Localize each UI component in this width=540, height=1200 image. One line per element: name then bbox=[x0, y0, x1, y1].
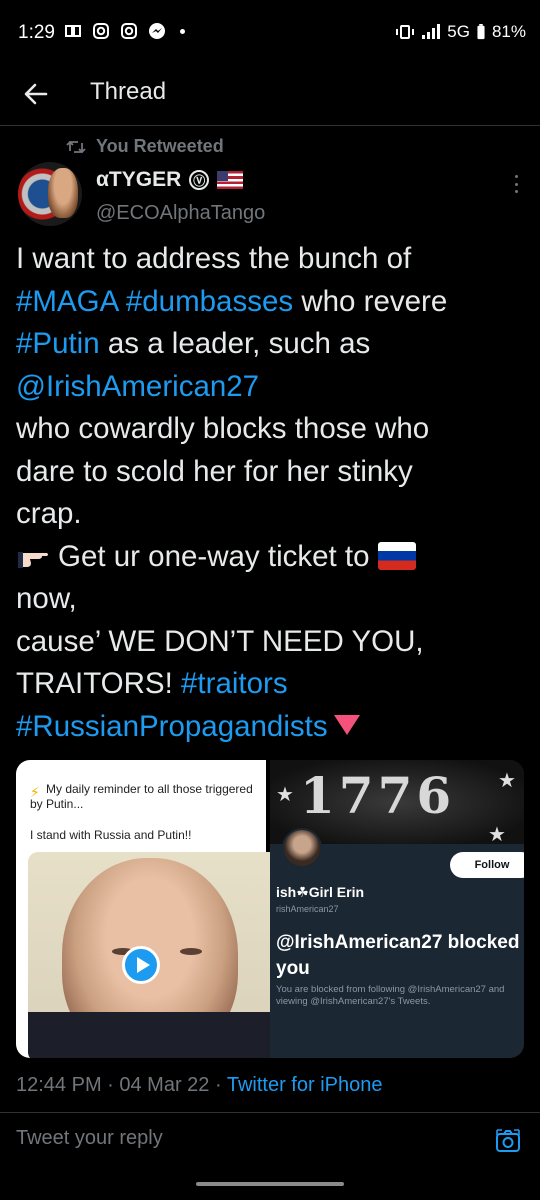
retweet-label: You Retweeted bbox=[96, 136, 224, 156]
hashtag-link[interactable]: #RussianPropagandists bbox=[16, 710, 328, 743]
hashtag-link[interactable]: #traitors bbox=[181, 667, 288, 700]
tweet-source-link[interactable]: Twitter for iPhone bbox=[227, 1074, 383, 1096]
tweet-line: cause’ WE DON’T NEED YOU, bbox=[16, 624, 424, 658]
system-status: 5G 81% bbox=[395, 22, 526, 42]
page-title: Thread bbox=[90, 78, 167, 105]
tweet-line: now, bbox=[16, 582, 77, 615]
star-icon: ★ bbox=[498, 770, 516, 792]
tweet-line: #RussianPropagandists bbox=[16, 706, 526, 749]
tweet-line: dare to scold her for her stinky bbox=[16, 454, 413, 488]
banner-text: 1776 bbox=[300, 766, 456, 825]
tweet-line: who cowardly blocks those who bbox=[16, 412, 430, 445]
retweet-icon bbox=[66, 140, 86, 153]
status-time: 1:29 bbox=[18, 22, 55, 43]
author-handle[interactable]: @ECOAlphaTango bbox=[96, 202, 265, 225]
tweet-line: #Putin as a leader, such as bbox=[16, 323, 526, 366]
instagram-icon bbox=[120, 22, 138, 40]
red-triangle-down-icon bbox=[333, 714, 360, 735]
network-label: 5G bbox=[447, 22, 470, 41]
camera-icon[interactable] bbox=[494, 1127, 522, 1155]
battery-label: 81% bbox=[491, 22, 526, 41]
tweet-timestamp: 12:44 PM · 04 Mar 22 · bbox=[16, 1074, 227, 1096]
star-icon: ★ bbox=[276, 784, 294, 806]
tweet-media: ⚡ My daily reminder to all those trigger… bbox=[16, 760, 524, 1058]
play-icon[interactable] bbox=[122, 946, 160, 984]
messenger-icon bbox=[148, 22, 166, 40]
follow-button: Follow bbox=[450, 852, 524, 878]
blocked-subtitle: You are blocked from following @IrishAme… bbox=[276, 984, 505, 1007]
hashtag-link[interactable]: #Putin bbox=[16, 327, 100, 360]
quoted-text: My daily reminder to all those triggered… bbox=[30, 782, 253, 811]
profile-handle: rishAmerican27 bbox=[276, 904, 339, 914]
tweet-line: I want to address the bunch of bbox=[16, 242, 412, 275]
tweet-line: Get ur one-way ticket to bbox=[16, 536, 526, 579]
home-indicator[interactable] bbox=[196, 1182, 344, 1186]
hashtag-link[interactable]: #MAGA bbox=[16, 285, 118, 318]
book-icon bbox=[64, 22, 82, 40]
instagram-icon bbox=[92, 22, 110, 40]
blocked-title: @IrishAmerican27 blocked you bbox=[276, 932, 520, 979]
us-flag-icon bbox=[217, 171, 244, 189]
pointing-hand-icon bbox=[18, 551, 48, 568]
signal-icon bbox=[422, 24, 441, 39]
author-name-row[interactable]: αTYGER Ⓥ bbox=[96, 168, 244, 192]
notification-icons bbox=[64, 22, 185, 40]
profile-avatar bbox=[282, 828, 322, 868]
thread-header: Thread bbox=[0, 66, 540, 126]
reply-input[interactable]: Tweet your reply bbox=[16, 1127, 163, 1150]
author-avatar[interactable] bbox=[18, 162, 82, 226]
profile-name: ish☘Girl Erin bbox=[276, 884, 365, 900]
more-notifications-dot bbox=[180, 28, 185, 34]
tweet-text-span: TRAITORS! bbox=[16, 667, 182, 700]
tweet-text-span: who revere bbox=[293, 284, 448, 318]
mention-link[interactable]: @IrishAmerican27 bbox=[16, 366, 526, 409]
status-bar: 1:29 5G 81% bbox=[0, 0, 540, 66]
verified-icon: Ⓥ bbox=[189, 170, 210, 190]
vibrate-icon bbox=[396, 25, 415, 39]
media-video[interactable]: ⚡ My daily reminder to all those trigger… bbox=[16, 760, 282, 1058]
battery-icon bbox=[477, 24, 485, 40]
media-image[interactable]: 1776 ★ ★ ★ Follow ish☘Girl Erin rishAmer… bbox=[270, 760, 524, 1058]
author-name[interactable]: αTYGER bbox=[96, 168, 181, 192]
more-options-icon[interactable] bbox=[510, 172, 522, 196]
tweet-text-span: as a leader, such as bbox=[99, 327, 371, 360]
back-arrow-icon[interactable] bbox=[20, 78, 52, 110]
tweet-text: I want to address the bunch of #MAGA #du… bbox=[16, 238, 526, 748]
reply-bar: Tweet your reply bbox=[0, 1112, 540, 1168]
tweet-meta: 12:44 PM · 04 Mar 22 · Twitter for iPhon… bbox=[16, 1074, 382, 1097]
tweet-line: crap. bbox=[16, 497, 82, 530]
quoted-text: I stand with Russia and Putin!! bbox=[30, 828, 192, 842]
russia-flag-icon bbox=[377, 541, 416, 570]
tweet-text-span: Get ur one-way ticket to bbox=[58, 539, 370, 573]
tweet-line: TRAITORS! #traitors bbox=[16, 663, 526, 706]
hashtag-link[interactable]: #dumbasses bbox=[126, 285, 293, 318]
tweet-line: #MAGA #dumbasses who revere bbox=[16, 281, 526, 324]
retweet-indicator: You Retweeted bbox=[66, 136, 224, 157]
